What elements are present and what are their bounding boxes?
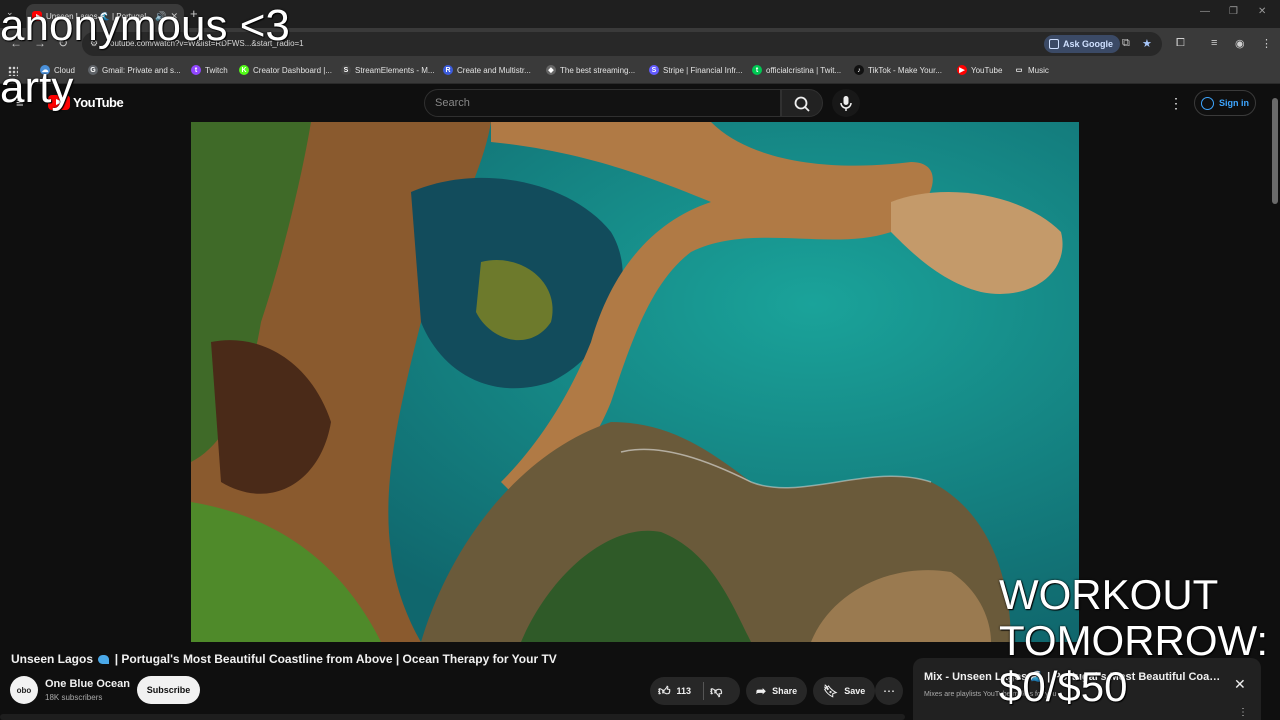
bookmark-favicon-icon: t <box>752 65 762 75</box>
microphone-icon <box>840 96 852 111</box>
bookmark-label: officialcristina | Twit... <box>766 65 842 75</box>
profile-icon[interactable]: ◉ <box>1235 37 1245 50</box>
share-label: Share <box>772 686 798 696</box>
bookmark-item[interactable]: S Stripe | Financial Infr... <box>649 65 742 75</box>
install-app-icon[interactable]: ⧉ <box>1122 37 1130 50</box>
lens-icon <box>1049 39 1059 49</box>
minimize-icon[interactable]: — <box>1200 6 1210 17</box>
bookmark-item[interactable]: S StreamElements - M... <box>341 65 435 75</box>
bookmark-item[interactable]: G Gmail: Private and s... <box>88 65 181 75</box>
bookmark-label: Stripe | Financial Infr... <box>663 65 743 75</box>
search-icon <box>794 96 810 112</box>
bookmark-label: Gmail: Private and s... <box>102 65 181 75</box>
save-bookmark-icon: 🔖︎ <box>823 684 839 698</box>
sign-in-label: Sign in <box>1219 98 1249 108</box>
bookmark-favicon-icon: R <box>443 65 453 75</box>
video-title-part1: Unseen Lagos <box>11 652 94 666</box>
page-scrollbar[interactable] <box>1272 98 1278 204</box>
video-frame-coastline <box>191 122 1079 642</box>
bookmark-star-icon[interactable]: ★ <box>1142 37 1152 50</box>
bookmark-favicon-icon: K <box>239 65 249 75</box>
ask-google-label: Ask Google <box>1063 39 1114 49</box>
goal-line-3: $0/$50 <box>999 663 1128 710</box>
bookmark-favicon-icon: ♪ <box>854 65 864 75</box>
bookmark-favicon-icon: t <box>191 65 201 75</box>
stream-overlay-text: arty <box>0 63 74 112</box>
more-actions-icon[interactable]: ⋯ <box>875 677 903 705</box>
bookmark-label: Twitch <box>205 65 228 75</box>
video-player[interactable] <box>191 122 1079 642</box>
youtube-masthead: ≡ YouTube Search ⋮ Sign in <box>0 84 1280 122</box>
media-controls-icon[interactable]: ≡ <box>1211 37 1217 49</box>
save-button[interactable]: 🔖︎ Save <box>813 677 876 705</box>
bookmark-favicon-icon: S <box>341 65 351 75</box>
bookmark-item[interactable]: K Creator Dashboard |... <box>239 65 332 75</box>
share-button[interactable]: ➦ Share <box>746 677 808 705</box>
bookmark-label: YouTube <box>971 65 1003 75</box>
search-button[interactable] <box>781 89 823 117</box>
bookmark-favicon-icon: G <box>88 65 98 75</box>
goal-line-2: TOMORROW: <box>999 617 1269 664</box>
bookmark-item[interactable]: ♪ TikTok - Make Your... <box>854 65 942 75</box>
extensions-icon[interactable]: ⧠ <box>1176 37 1185 50</box>
bookmark-item[interactable]: R Create and Multistr... <box>443 65 531 75</box>
voice-search-button[interactable] <box>832 89 860 117</box>
bookmark-label: Music <box>1028 65 1049 75</box>
bookmark-label: TikTok - Make Your... <box>868 65 942 75</box>
like-thumb-icon[interactable]: 👍︎ <box>658 684 671 699</box>
bookmark-item[interactable]: t officialcristina | Twit... <box>752 65 841 75</box>
search-input[interactable]: Search <box>424 89 781 117</box>
bookmarks-bar: ☁ Cloud G Gmail: Private and s... t Twitch K Cr… <box>0 60 1280 84</box>
account-icon <box>1201 96 1214 110</box>
bookmark-item[interactable]: ◆ The best streaming... <box>546 65 635 75</box>
save-label: Save <box>844 686 866 696</box>
chrome-menu-icon[interactable]: ⋮ <box>1261 37 1272 50</box>
bottom-scroll-area <box>0 714 905 720</box>
bookmark-item[interactable]: ▭ Music <box>1014 65 1049 75</box>
bookmark-item[interactable]: ▶ YouTube <box>957 65 1002 75</box>
youtube-wordmark: YouTube <box>73 95 124 110</box>
bookmark-label: Create and Multistr... <box>457 65 531 75</box>
ask-google-button[interactable]: Ask Google <box>1044 35 1121 53</box>
bookmark-favicon-icon: ◆ <box>546 65 556 75</box>
restore-icon[interactable]: ❐ <box>1229 6 1238 17</box>
dislike-thumb-icon[interactable]: 👎︎ <box>710 684 722 699</box>
channel-name[interactable]: One Blue Ocean <box>45 678 130 690</box>
stream-overlay-workout-goal: WORKOUT TOMORROW: $0/$50 <box>999 572 1268 710</box>
bookmark-favicon-icon: ▭ <box>1015 67 1023 74</box>
video-title: Unseen Lagos | Portugal's Most Beautiful… <box>11 652 557 666</box>
bookmark-label: Creator Dashboard |... <box>253 65 333 75</box>
bookmark-favicon-icon: ▶ <box>957 65 967 75</box>
sign-in-button[interactable]: Sign in <box>1194 90 1256 116</box>
subscriber-count: 18K subscribers <box>45 693 103 702</box>
like-count[interactable]: 113 <box>677 686 692 696</box>
water-wave-emoji-icon <box>98 655 110 664</box>
search-placeholder: Search <box>435 97 470 109</box>
screen: ⌄ Unseen Lagos 🌊 | Portugal 🔊 ✕ + — ❐ ✕ … <box>0 0 1280 720</box>
like-divider <box>703 682 705 700</box>
subscribe-button[interactable]: Subscribe <box>137 676 200 704</box>
like-dislike-group: 👍︎ 113 👎︎ <box>650 677 740 705</box>
stream-overlay-follower-name: anonymous <3 <box>0 1 290 50</box>
settings-kebab-icon[interactable]: ⋮ <box>1169 95 1183 112</box>
bookmark-label: StreamElements - M... <box>355 65 435 75</box>
bookmark-label: The best streaming... <box>560 65 636 75</box>
bookmark-favicon-icon: S <box>649 65 659 75</box>
goal-line-1: WORKOUT <box>999 571 1219 618</box>
bookmark-item[interactable]: t Twitch <box>191 65 228 75</box>
share-arrow-icon: ➦ <box>756 684 767 698</box>
channel-avatar[interactable]: obo <box>10 676 38 704</box>
close-window-icon[interactable]: ✕ <box>1258 6 1266 17</box>
video-title-part2: | Portugal's Most Beautiful Coastline fr… <box>114 652 557 666</box>
